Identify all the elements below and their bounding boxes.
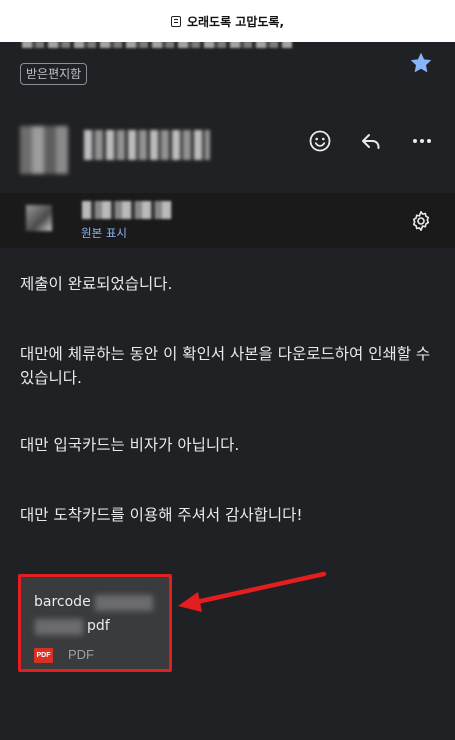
attachment-name-redacted — [95, 595, 153, 611]
attachment-name-prefix: barcode — [34, 594, 91, 610]
attachment-type: PDF — [68, 647, 94, 662]
inbox-label-chip[interactable]: 받은편지함 — [20, 63, 88, 85]
recipient-row: 원본 표시 — [0, 193, 455, 248]
message-paragraph-2: 대만에 체류하는 동안 이 확인서 사본을 다운로드하여 인쇄할 수 있습니다. — [20, 345, 431, 387]
show-original-link[interactable]: 원본 표시 — [81, 225, 127, 241]
recipient-avatar — [26, 205, 52, 231]
message-paragraph-4: 대만 도착카드를 이용해 주셔서 감사합니다! — [20, 506, 303, 524]
smiley-icon[interactable] — [306, 127, 334, 155]
email-view: 받은편지함 원본 표시 제출이 완료되었습니다. 대만에 체류하는 동안 이 확… — [0, 42, 455, 740]
attachment-card[interactable]: barcode pdf PDF PDF — [18, 574, 172, 672]
recipient-info-redacted — [82, 201, 172, 219]
document-icon — [170, 15, 181, 27]
reply-icon[interactable] — [357, 127, 385, 155]
attachment-name-suffix: pdf — [87, 618, 110, 634]
gear-icon[interactable] — [409, 209, 433, 238]
more-icon[interactable] — [408, 127, 436, 155]
message-paragraph-3: 대만 입국카드는 비자가 아닙니다. — [20, 436, 240, 454]
top-title-bar: 오래도록 고맙도록, — [0, 0, 455, 43]
pdf-icon: PDF — [34, 648, 53, 663]
message-paragraph-1: 제출이 완료되었습니다. — [20, 275, 173, 293]
top-title: 오래도록 고맙도록, — [186, 14, 285, 29]
attachment-name-redacted — [35, 619, 83, 635]
annotation-arrow — [178, 571, 327, 612]
star-icon[interactable] — [408, 50, 434, 76]
subject-redacted — [22, 42, 292, 48]
sender-info-redacted — [84, 130, 210, 160]
sender-avatar[interactable] — [20, 126, 68, 174]
